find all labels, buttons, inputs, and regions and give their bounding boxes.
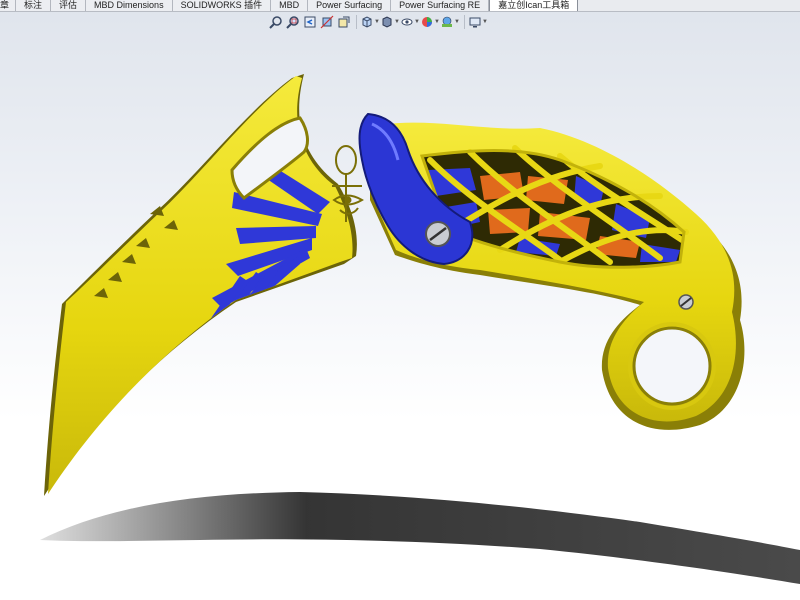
knife-model <box>40 74 800 584</box>
ring-screw <box>678 294 694 310</box>
finger-ring-hole <box>632 326 712 406</box>
graphics-area[interactable] <box>0 33 800 600</box>
model-shadow <box>40 492 800 584</box>
pivot-screw <box>425 221 451 247</box>
